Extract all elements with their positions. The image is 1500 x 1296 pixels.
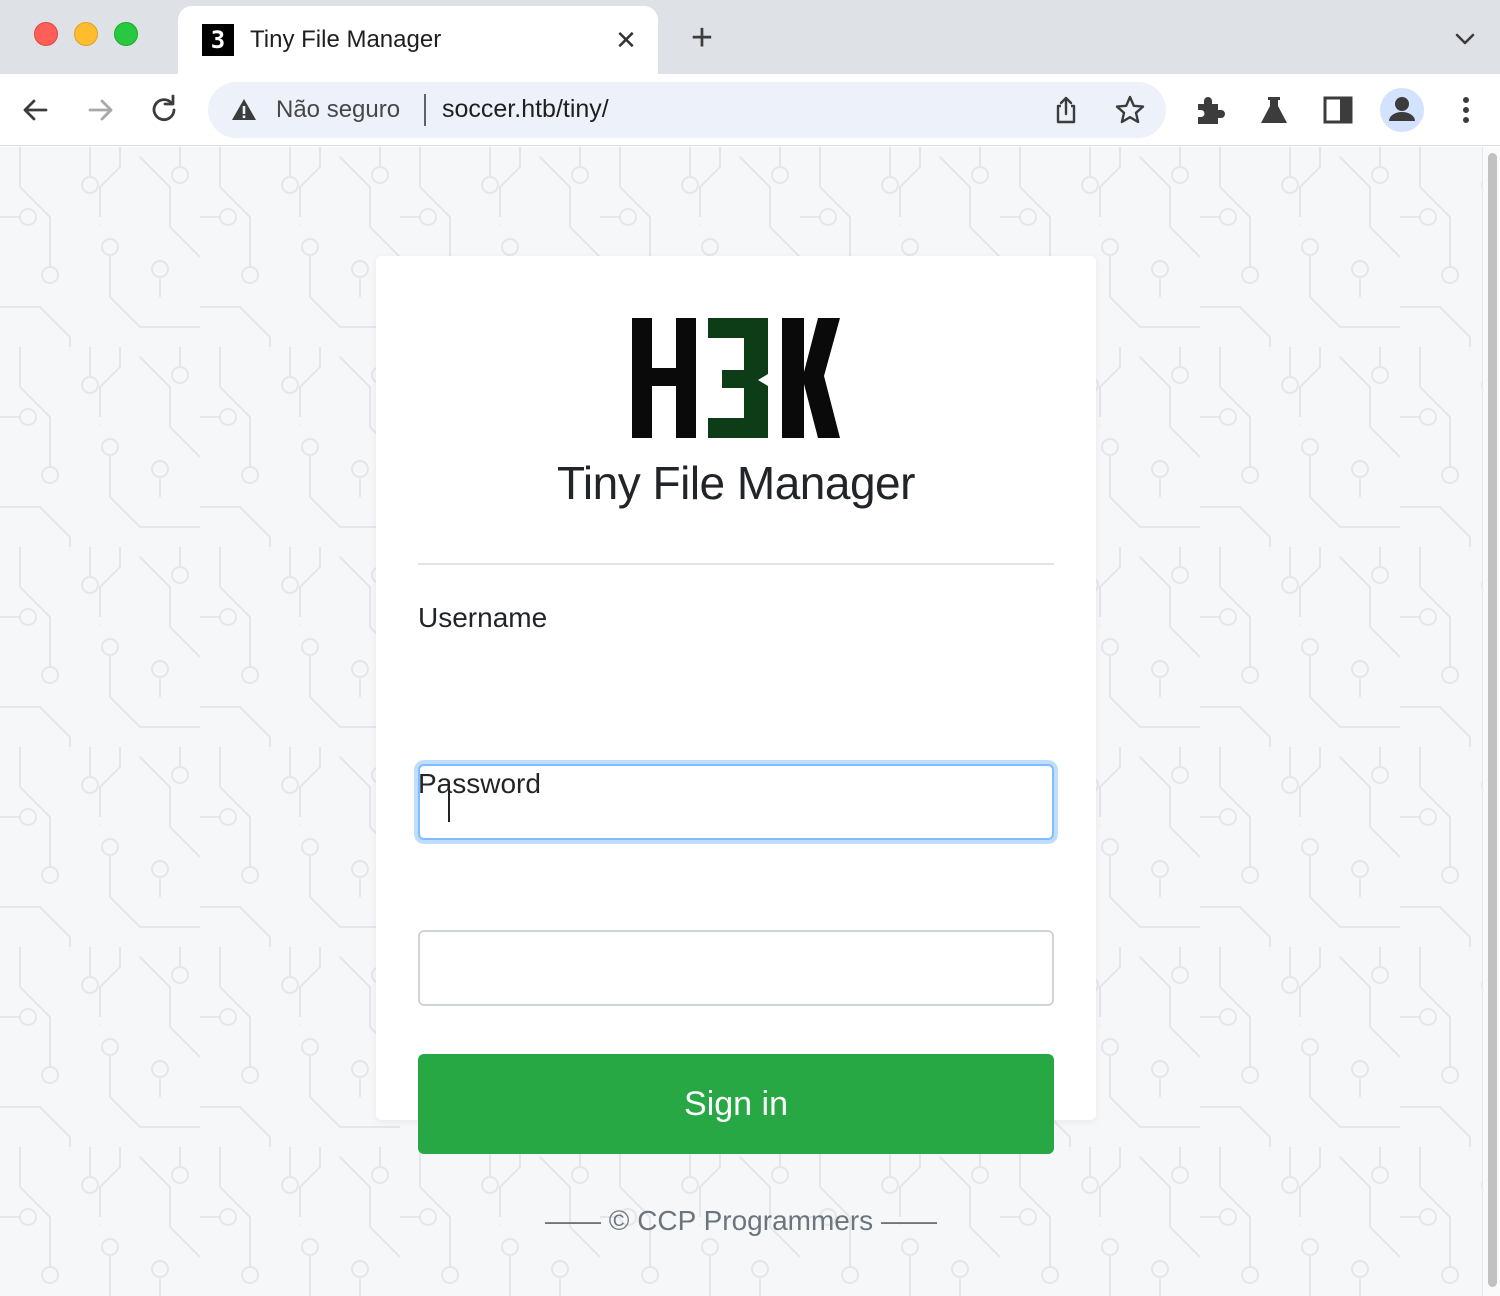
password-label: Password	[418, 768, 541, 799]
person-icon	[1389, 97, 1415, 121]
window-close-button[interactable]	[34, 22, 58, 46]
username-label: Username	[418, 602, 548, 633]
profile-icon[interactable]	[1380, 88, 1424, 132]
tab-title: Tiny File Manager	[250, 26, 442, 53]
favicon-icon: 3	[202, 24, 234, 56]
browser-tab-active[interactable]: 3 Tiny File Manager ✕	[178, 6, 658, 74]
scrollbar-thumb[interactable]	[1488, 153, 1497, 1287]
warning-icon[interactable]	[230, 96, 258, 124]
browser-toolbar: Não seguro soccer.htb/tiny/	[0, 74, 1500, 146]
chevron-down-icon[interactable]	[1450, 24, 1480, 54]
address-bar[interactable]: Não seguro soccer.htb/tiny/	[208, 82, 1166, 138]
password-input[interactable]	[418, 930, 1054, 1006]
reload-icon[interactable]	[146, 92, 182, 128]
labs-flask-icon[interactable]	[1256, 92, 1292, 128]
h3k-logo	[632, 318, 840, 438]
divider	[418, 563, 1054, 565]
forward-arrow-icon[interactable]	[82, 92, 118, 128]
omnibox-divider	[424, 94, 426, 126]
security-status-label[interactable]: Não seguro	[276, 96, 400, 124]
kebab-menu-icon[interactable]	[1448, 92, 1484, 128]
sign-in-button[interactable]: Sign in	[418, 1054, 1054, 1154]
brand-title: Tiny File Manager	[557, 457, 915, 509]
login-card: Tiny File Manager Username Password Sign…	[376, 256, 1096, 1154]
share-icon[interactable]	[1050, 94, 1082, 126]
url-text[interactable]: soccer.htb/tiny/	[442, 95, 609, 124]
window-zoom-button[interactable]	[114, 22, 138, 46]
browser-tab-strip: 3 Tiny File Manager ✕ +	[0, 0, 1500, 74]
extensions-icon[interactable]	[1192, 92, 1228, 128]
back-arrow-icon[interactable]	[18, 92, 54, 128]
page-viewport: Tiny File Manager Username Password Sign…	[0, 147, 1482, 1296]
star-icon[interactable]	[1114, 94, 1146, 126]
scrollbar[interactable]	[1482, 147, 1500, 1296]
window-minimize-button[interactable]	[74, 22, 98, 46]
tab-close-icon[interactable]: ✕	[610, 24, 642, 56]
new-tab-button[interactable]: +	[684, 19, 720, 57]
side-panel-icon[interactable]	[1320, 92, 1356, 128]
footer-credit: —— © CCP Programmers ——	[545, 1205, 937, 1236]
